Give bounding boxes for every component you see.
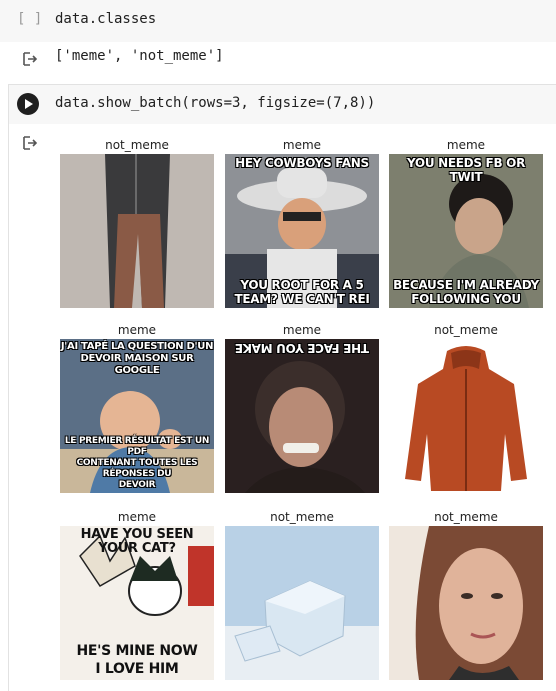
image-label: meme <box>117 323 157 337</box>
image-ice-cubes <box>225 526 379 680</box>
play-circle-icon[interactable] <box>17 93 39 115</box>
meme-caption-bottom: HE'S MINE NOW I LOVE HIM <box>60 642 214 678</box>
image-label: meme <box>282 323 322 337</box>
output-arrow-icon <box>22 135 38 151</box>
code-editor-show-batch[interactable]: data.show_batch(rows=3, figsize=(7,8)) <box>55 95 375 111</box>
image-label: not_meme <box>105 138 169 152</box>
code-editor-classes[interactable]: data.classes <box>55 11 156 27</box>
image-face-meme: THE FACE YOU MAKE <box>225 339 379 493</box>
image-cowboy-meme: HEY COWBOYS FANS YOU ROOT FOR A 5 TEAM? … <box>225 154 379 308</box>
image-label: not_meme <box>270 510 334 524</box>
meme-caption-top: HEY COWBOYS FANS <box>235 156 369 170</box>
image-label: not_meme <box>434 323 498 337</box>
image-label: not_meme <box>434 510 498 524</box>
image-cat-meme: HAVE YOU SEEN YOUR CAT? HE'S MINE NOW I … <box>60 526 214 680</box>
image-follow-meme: YOU NEEDS FB OR TWIT BECAUSE I'M ALREADY… <box>389 154 543 308</box>
meme-caption-bottom: LE PREMIER RÉSULTAT EST UN PDF CONTENANT… <box>64 436 210 490</box>
image-label: meme <box>117 510 157 524</box>
code-cell-classes[interactable]: [ ] data.classes <box>0 0 556 42</box>
meme-caption-top: THE FACE YOU MAKE <box>235 341 369 355</box>
meme-caption-bottom: BECAUSE I'M ALREADY FOLLOWING YOU <box>393 278 539 306</box>
meme-caption-bottom: YOU ROOT FOR A 5 TEAM? WE CAN'T REI <box>234 278 370 306</box>
meme-caption-top: YOU NEEDS FB OR TWIT <box>406 156 526 184</box>
image-woman-portrait <box>389 526 543 680</box>
meme-caption-top: J'AI TAPÉ LA QUESTION D'UN DEVOIR MAISON… <box>60 341 214 376</box>
output-classes: ['meme', 'not_meme'] <box>55 48 224 64</box>
image-pants <box>60 154 214 308</box>
image-label: meme <box>446 138 486 152</box>
execution-count[interactable]: [ ] <box>17 11 42 27</box>
meme-caption-top: HAVE YOU SEEN YOUR CAT? <box>80 527 194 556</box>
image-success-kid-meme: J'AI TAPÉ LA QUESTION D'UN DEVOIR MAISON… <box>60 339 214 493</box>
output-arrow-icon <box>22 51 38 67</box>
image-orange-jacket <box>389 339 543 493</box>
image-label: meme <box>282 138 322 152</box>
